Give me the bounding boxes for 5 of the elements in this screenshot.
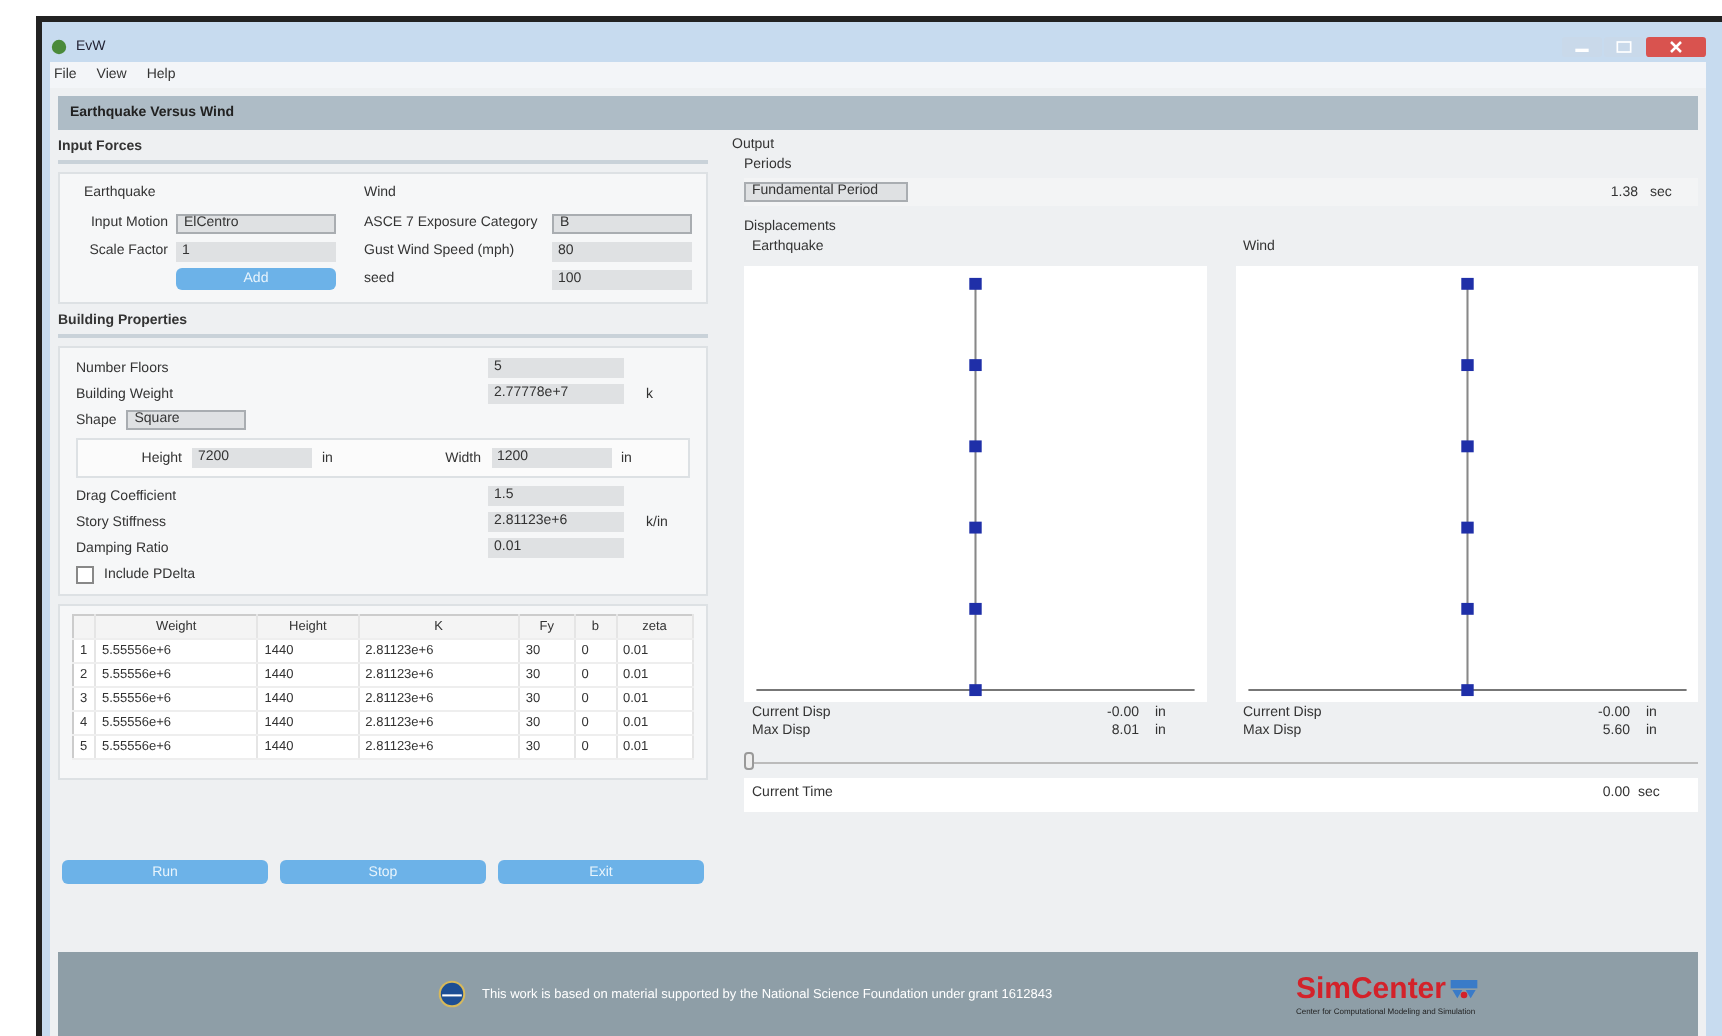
close-button[interactable]	[1646, 35, 1706, 57]
checkbox[interactable]	[76, 565, 94, 583]
seal-icon	[438, 980, 466, 1008]
app-icon	[50, 37, 68, 55]
time-slider[interactable]	[744, 752, 1698, 772]
